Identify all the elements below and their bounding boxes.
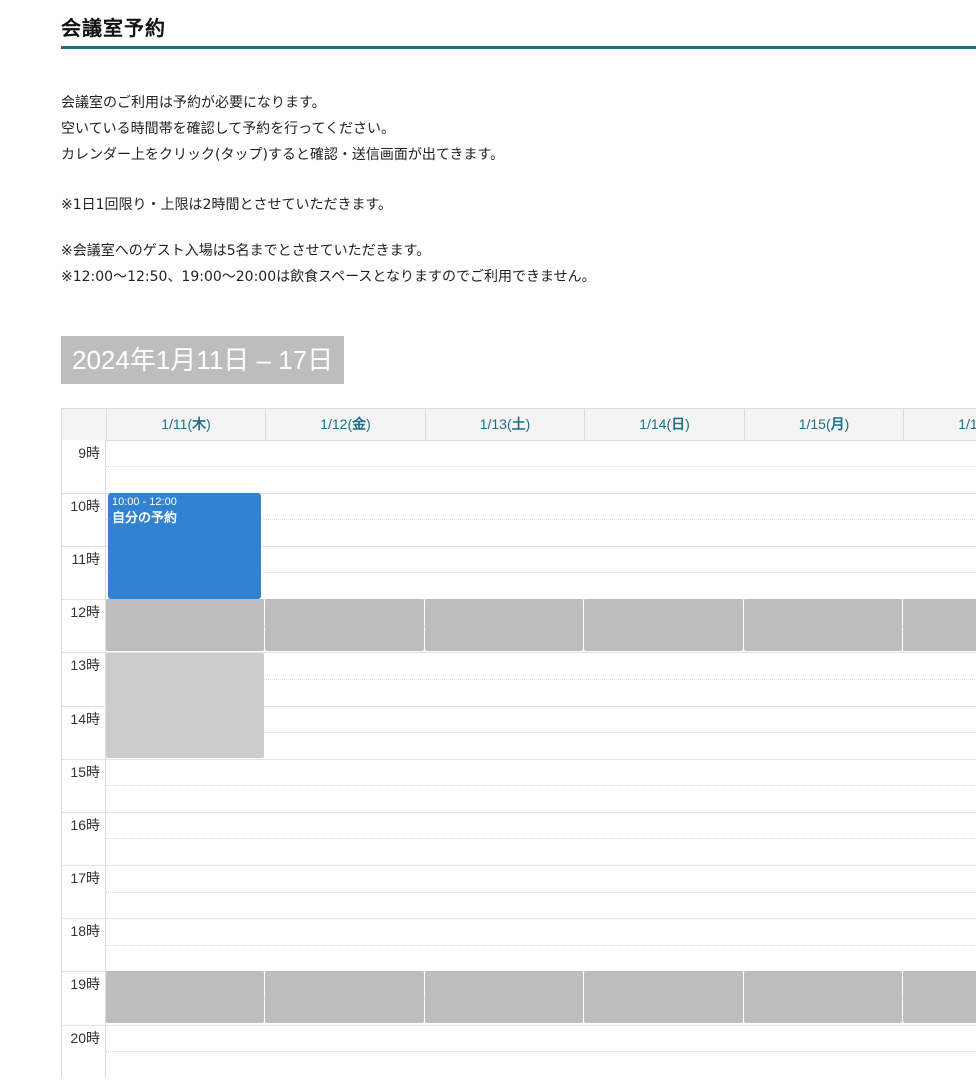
day-date: 1/13 xyxy=(479,416,507,432)
hour-label: 18時 xyxy=(70,923,100,939)
blocked-slot-dinner xyxy=(903,971,976,1023)
day-date: 1/12 xyxy=(320,416,348,432)
hour-label: 14時 xyxy=(70,711,100,727)
hour-line xyxy=(62,865,976,866)
day-date: 1/16 xyxy=(958,416,976,432)
day-date: 1/14 xyxy=(639,416,667,432)
hour-line xyxy=(62,1025,976,1026)
event-time: 10:00 - 12:00 xyxy=(112,496,177,508)
half-hour-line xyxy=(106,785,976,786)
blocked-slot-dinner xyxy=(425,971,583,1023)
title-underline xyxy=(61,46,976,49)
rule-limit: ※1日1回限り・上限は2時間とさせていただきます。 xyxy=(61,197,393,213)
hour-label: 13時 xyxy=(70,657,100,673)
blocked-slot-lunch xyxy=(106,599,264,651)
blocked-slot-dinner xyxy=(584,971,743,1023)
day-header-1-15[interactable]: 1/15(月) xyxy=(744,409,903,440)
hour-label: 12時 xyxy=(70,604,100,620)
axis-corner xyxy=(62,409,106,440)
blocked-slot-lunch xyxy=(265,599,424,651)
hour-line xyxy=(62,759,976,760)
half-hour-line xyxy=(106,838,976,839)
hour-label: 11時 xyxy=(71,551,100,567)
blocked-slot-lunch xyxy=(903,599,976,651)
intro-line: カレンダー上をクリック(タップ)すると確認・送信画面が出てきます。 xyxy=(61,147,505,163)
day-weekday: 金 xyxy=(352,416,367,432)
hour-label: 9時 xyxy=(78,445,100,461)
calendar-header: 1/11(木) 1/12(金) 1/13(土) 1/14(日) 1/15(月) … xyxy=(62,409,976,441)
event-title: 自分の予約 xyxy=(112,510,178,525)
hour-label: 20時 xyxy=(70,1030,100,1046)
hour-label: 17時 xyxy=(70,870,100,886)
blocked-slot-lunch xyxy=(744,599,902,651)
rule-guests: ※会議室へのゲスト入場は5名までとさせていただきます。 xyxy=(61,243,431,259)
blocked-slot-lunch xyxy=(584,599,743,651)
time-grid[interactable]: 10:00 - 12:00 自分の予約 xyxy=(62,440,976,1078)
hour-label: 10時 xyxy=(70,498,100,514)
blocked-slot-dinner xyxy=(106,971,264,1023)
day-date: 1/11 xyxy=(161,416,188,432)
day-header-1-14[interactable]: 1/14(日) xyxy=(584,409,744,440)
day-header-1-13[interactable]: 1/13(土) xyxy=(425,409,584,440)
day-header-1-12[interactable]: 1/12(金) xyxy=(265,409,425,440)
hour-line xyxy=(62,918,976,919)
day-header-1-16[interactable]: 1/16(火) xyxy=(903,409,976,440)
day-header-1-11[interactable]: 1/11(木) xyxy=(106,409,265,440)
date-range-title: 2024年1月11日 – 17日 xyxy=(61,336,345,384)
reservation-event[interactable]: 10:00 - 12:00 自分の予約 xyxy=(108,493,261,599)
half-hour-line xyxy=(106,466,976,467)
intro-line: 空いている時間帯を確認して予約を行ってください。 xyxy=(61,121,396,137)
hour-label: 15時 xyxy=(70,764,100,780)
hour-label: 16時 xyxy=(70,817,100,833)
blocked-slot-dinner xyxy=(744,971,902,1023)
week-calendar: 1/11(木) 1/12(金) 1/13(土) 1/14(日) 1/15(月) … xyxy=(61,408,976,1078)
hour-label: 19時 xyxy=(70,976,100,992)
blocked-slot-dinner xyxy=(265,971,424,1023)
rule-dining: ※12:00〜12:50、19:00〜20:00は飲食スペースとなりますのでご利… xyxy=(61,269,596,285)
day-weekday: 土 xyxy=(511,416,526,432)
hour-line xyxy=(62,812,976,813)
intro-line: 会議室のご利用は予約が必要になります。 xyxy=(61,95,326,111)
page-title: 会議室予約 xyxy=(61,16,166,40)
half-hour-line xyxy=(106,1051,976,1052)
half-hour-line xyxy=(106,945,976,946)
day-date: 1/15 xyxy=(798,416,826,432)
blocked-slot-lunch xyxy=(425,599,583,651)
day-weekday: 月 xyxy=(830,416,845,432)
unavailable-slot xyxy=(106,653,264,758)
half-hour-line xyxy=(106,892,976,893)
intro-text: 会議室のご利用は予約が必要になります。 空いている時間帯を確認して予約を行ってく… xyxy=(61,90,961,290)
day-weekday: 木 xyxy=(192,416,207,432)
day-weekday: 日 xyxy=(671,416,686,432)
